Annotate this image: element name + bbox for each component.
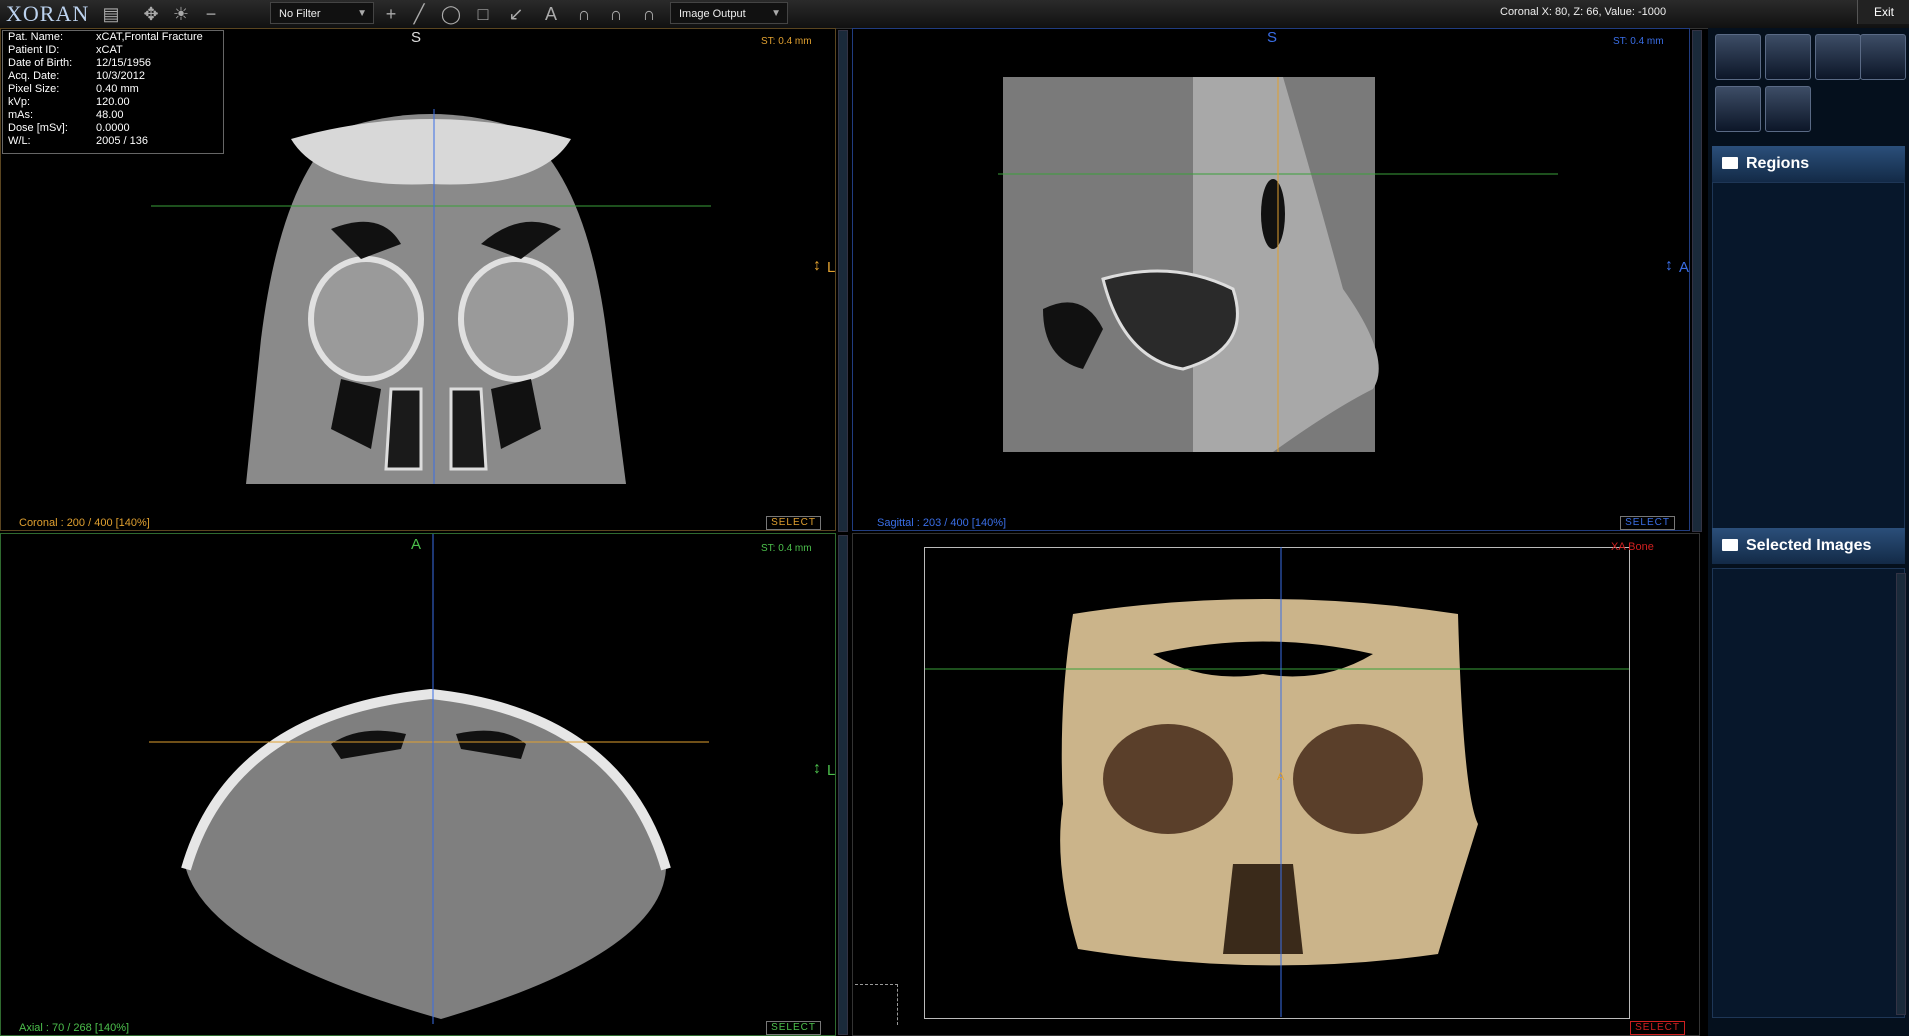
slab-thickness: ST: 0.4 mm: [761, 543, 812, 554]
head-3d-icon[interactable]: [1765, 86, 1811, 132]
patient-info-row: Date of Birth: 12/15/1956: [3, 57, 223, 70]
sagittal-viewport[interactable]: S ST: 0.4 mm ↕ A Sagittal : 203 / 400 [1…: [852, 28, 1690, 531]
patient-info-label: Pixel Size:: [8, 83, 60, 95]
axial-viewport[interactable]: A ST: 0.4 mm ↕ L Axial : 70 / 268 [140%]…: [0, 533, 836, 1036]
head-front-icon[interactable]: [1765, 34, 1811, 80]
patient-info-value: 0.40 mm: [96, 83, 139, 95]
ruler-icon[interactable]: ╱: [408, 3, 430, 25]
orientation-side: A: [1679, 259, 1690, 276]
selected-images-title: Selected Images: [1746, 537, 1872, 554]
layout-icon[interactable]: [1715, 34, 1761, 80]
patient-info-label: Dose [mSv]:: [8, 122, 68, 134]
slab-thickness: ST: 0.4 mm: [761, 36, 812, 47]
folder-icon: [1722, 157, 1738, 169]
patient-info-label: mAs:: [8, 109, 34, 121]
patient-info-value: 2005 / 136: [96, 135, 148, 147]
regions-header[interactable]: Regions: [1712, 146, 1905, 182]
patient-info-label: Date of Birth:: [8, 57, 73, 69]
slab-thickness: ST: 0.4 mm: [1613, 36, 1664, 47]
output-select[interactable]: Image Output ▼: [670, 2, 788, 24]
patient-info-row: W/L: 2005 / 136: [3, 135, 223, 148]
curve-icon[interactable]: ∩: [573, 3, 595, 25]
render-preset: XA Bone: [1611, 541, 1654, 553]
selected-images-scrollbar[interactable]: [1896, 573, 1906, 1015]
patient-info-value: 120.00: [96, 96, 130, 108]
snapshot-icon[interactable]: [1715, 86, 1761, 132]
patient-info-row: Dose [mSv]: 0.0000: [3, 122, 223, 135]
coronal-select-button[interactable]: SELECT: [766, 516, 821, 530]
axial-select-button[interactable]: SELECT: [766, 1021, 821, 1035]
axial-scrollbar[interactable]: [838, 535, 848, 1035]
head-side-icon[interactable]: [1815, 34, 1861, 80]
patient-info-row: Pat. Name: xCAT,Frontal Fracture: [3, 31, 223, 44]
orientation-side: L: [827, 762, 836, 779]
anterior-marker: A: [1277, 771, 1285, 783]
patient-info-label: kVp:: [8, 96, 31, 108]
arrow-icon[interactable]: ↙: [505, 3, 527, 25]
toolbar: XORAN ▤ ✥ ☀ − No Filter ▼ + ╱ ◯ □ ↙ A ∩ …: [0, 0, 1909, 29]
filter-select[interactable]: No Filter ▼: [270, 2, 374, 24]
sagittal-select-button[interactable]: SELECT: [1620, 516, 1675, 530]
output-value: Image Output: [679, 8, 746, 20]
patient-info-row: mAs: 48.00: [3, 109, 223, 122]
right-panel: Regions Selected Images: [1708, 28, 1909, 1036]
volume-render: [925, 547, 1629, 1017]
patient-info-label: Pat. Name:: [8, 31, 64, 43]
sagittal-footer: Sagittal : 203 / 400 [140%]: [877, 517, 1007, 529]
minus-icon[interactable]: −: [200, 3, 222, 25]
exit-button[interactable]: Exit: [1857, 0, 1909, 24]
axial-footer: Axial : 70 / 268 [140%]: [19, 1022, 130, 1034]
orientation-top: S: [411, 29, 422, 46]
patient-info-row: kVp: 120.00: [3, 96, 223, 109]
plus-icon[interactable]: +: [380, 3, 402, 25]
patient-info-value: xCAT,Frontal Fracture: [96, 31, 203, 43]
coronal-footer: Coronal : 200 / 400 [140%]: [19, 517, 150, 529]
head-back-icon[interactable]: [1860, 34, 1906, 80]
orientation-cube[interactable]: [855, 984, 898, 1025]
folder-icon: [1722, 539, 1738, 551]
patient-info-row: Acq. Date: 10/3/2012: [3, 70, 223, 83]
text-icon[interactable]: A: [540, 3, 562, 25]
volume-viewport[interactable]: XA Bone A SELECT: [852, 533, 1700, 1036]
chevron-down-icon: ▼: [771, 8, 781, 19]
curve-arc-icon[interactable]: ∩: [638, 3, 660, 25]
axial-image: [149, 534, 709, 1024]
patient-info-row: Pixel Size: 0.40 mm: [3, 83, 223, 96]
regions-list: [1712, 182, 1905, 548]
orientation-arrow-icon[interactable]: ↕: [813, 257, 821, 275]
patient-info-label: Patient ID:: [8, 44, 60, 56]
ellipse-icon[interactable]: ◯: [440, 3, 462, 25]
orientation-top: S: [1267, 29, 1278, 46]
volume-select-button[interactable]: SELECT: [1630, 1021, 1685, 1035]
orientation-top: A: [411, 536, 422, 553]
patient-info-value: 48.00: [96, 109, 124, 121]
patient-info-value: 10/3/2012: [96, 70, 145, 82]
orientation-arrow-icon[interactable]: ↕: [813, 760, 821, 778]
selected-images-header[interactable]: Selected Images: [1712, 528, 1905, 564]
sagittal-scrollbar[interactable]: [1692, 30, 1702, 532]
move-icon[interactable]: ✥: [140, 3, 162, 25]
selected-images-list: [1712, 568, 1905, 1018]
orientation-side: L: [827, 259, 836, 276]
patient-info-label: W/L:: [8, 135, 31, 147]
orientation-arrow-icon[interactable]: ↕: [1665, 257, 1673, 275]
patient-info-box: Pat. Name: xCAT,Frontal Fracture Patient I…: [2, 30, 224, 154]
curve-multi-icon[interactable]: ∩: [605, 3, 627, 25]
chevron-down-icon: ▼: [357, 8, 367, 19]
toolbox-icon[interactable]: ▤: [100, 3, 122, 25]
coordinate-readout: Coronal X: 80, Z: 66, Value: -1000: [1500, 6, 1667, 18]
patient-info-label: Acq. Date:: [8, 70, 60, 82]
app-logo: XORAN: [6, 1, 90, 26]
coronal-scrollbar[interactable]: [838, 30, 848, 532]
rectangle-icon[interactable]: □: [472, 3, 494, 25]
brightness-icon[interactable]: ☀: [170, 3, 192, 25]
patient-info-value: 12/15/1956: [96, 57, 152, 69]
patient-info-row: Patient ID: xCAT: [3, 44, 223, 57]
sagittal-image: [998, 77, 1558, 452]
patient-info-value: 0.0000: [96, 122, 130, 134]
regions-title: Regions: [1746, 155, 1810, 172]
filter-value: No Filter: [279, 8, 321, 20]
patient-info-value: xCAT: [96, 44, 123, 56]
